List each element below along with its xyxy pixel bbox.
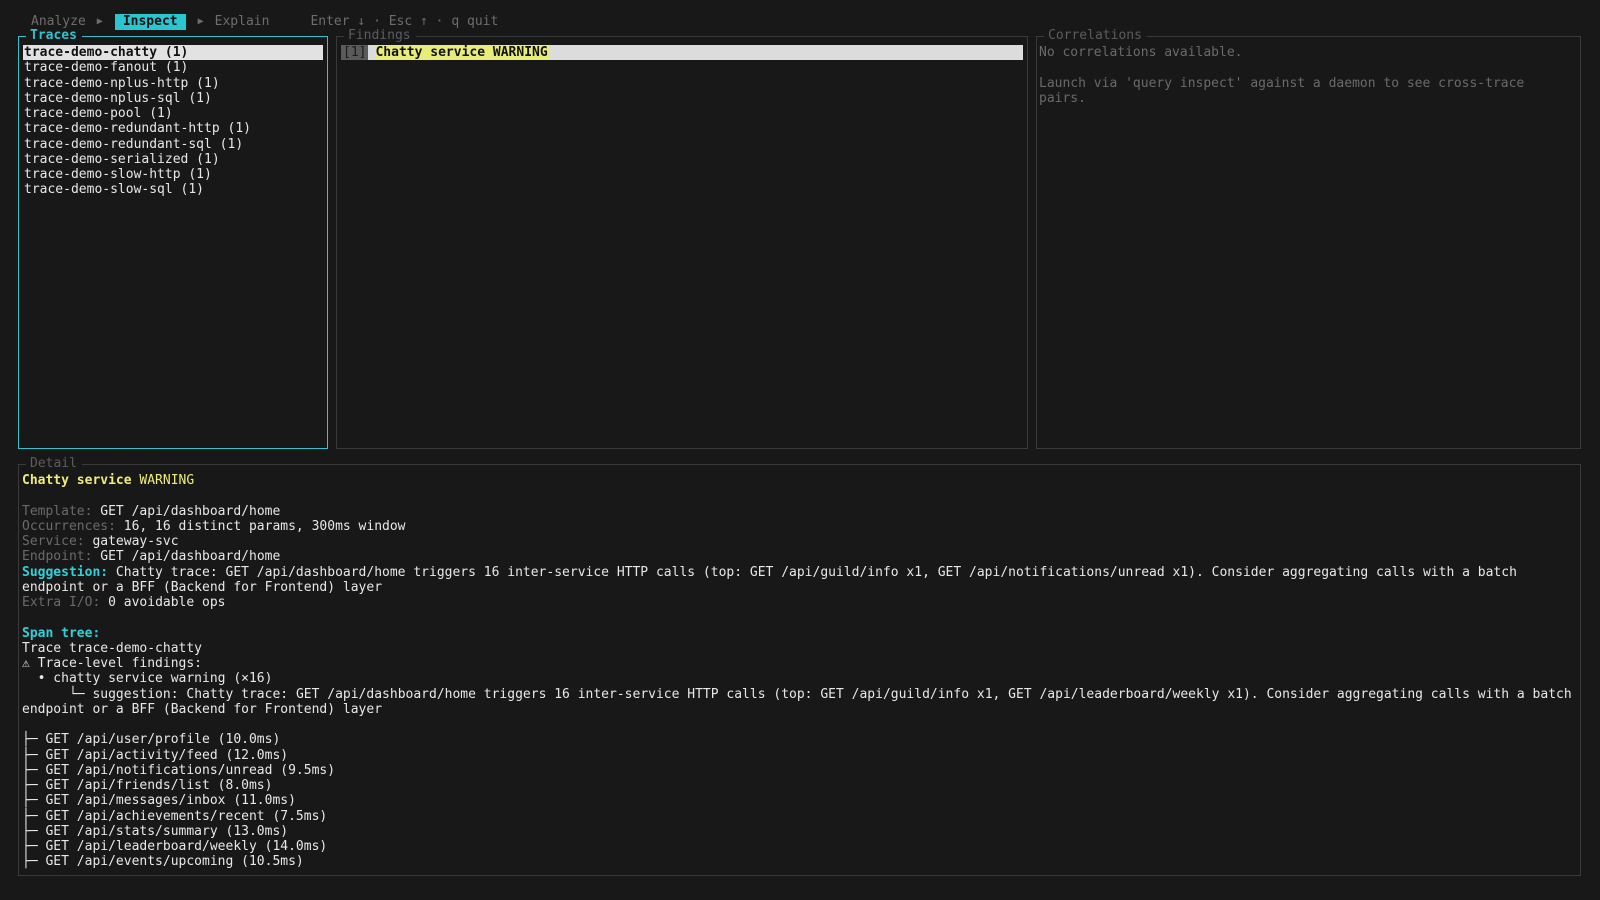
finding-label: Chatty service WARNING (375, 45, 549, 61)
trace-findings-heading: ⚠ Trace-level findings: (22, 656, 203, 671)
service-value: gateway-svc (92, 534, 179, 549)
traces-panel: Traces trace-demo-chatty (1) trace-demo-… (18, 28, 328, 449)
severity-badge: WARNING (139, 473, 195, 488)
suggestion-row: Suggestion: Chatty trace: GET /api/dashb… (22, 564, 1525, 595)
finding-list-item[interactable]: [1] Chatty service WARNING (341, 45, 1023, 61)
span-tree-node[interactable]: ├─ GET /api/events/upcoming (10.5ms) (22, 854, 1577, 869)
trace-list-item[interactable]: trace-demo-nplus-sql (1) (23, 91, 323, 106)
trace-finding-suggestion: └─ suggestion: Chatty trace: GET /api/da… (22, 686, 1580, 717)
findings-panel: Findings [1] Chatty service WARNING (336, 28, 1028, 449)
endpoint-value: GET /api/dashboard/home (100, 549, 281, 565)
span-tree-node[interactable]: ├─ GET /api/notifications/unread (9.5ms) (22, 763, 1577, 778)
correlations-hint: Launch via 'query inspect' against a dae… (1039, 75, 1533, 106)
correlations-panel-title: Correlations (1044, 28, 1147, 43)
extra-io-value: 0 avoidable ops (108, 595, 226, 610)
detail-panel: Detail Chatty service WARNING Template: … (18, 456, 1581, 876)
detail-panel-title: Detail (26, 456, 82, 471)
span-tree-node[interactable]: ├─ GET /api/achievements/recent (7.5ms) (22, 809, 1577, 824)
suggestion-value: Chatty trace: GET /api/dashboard/home tr… (22, 564, 1525, 595)
template-value: GET /api/dashboard/home (100, 503, 281, 519)
endpoint-row: Endpoint: GET /api/dashboard/home (22, 549, 281, 565)
span-tree-node[interactable]: ├─ GET /api/friends/list (8.0ms) (22, 778, 1577, 793)
span-tree: ├─ GET /api/user/profile (10.0ms) ├─ GET… (22, 732, 1577, 869)
breadcrumb-arrow-icon: ▶ (96, 16, 103, 28)
trace-list-item[interactable]: trace-demo-fanout (1) (23, 60, 323, 75)
span-tree-node[interactable]: ├─ GET /api/stats/summary (13.0ms) (22, 824, 1577, 839)
detail-heading: Chatty service WARNING (22, 473, 1577, 488)
detail-content: Chatty service WARNING Template: GET /ap… (22, 473, 1577, 870)
correlations-content: No correlations available. Launch via 'q… (1039, 45, 1550, 106)
trace-list-item[interactable]: trace-demo-redundant-sql (1) (23, 137, 323, 152)
trace-list-item[interactable]: trace-demo-slow-sql (1) (23, 182, 323, 197)
trace-list-item[interactable]: trace-demo-chatty (1) (23, 45, 323, 61)
finding-index: [1] (341, 45, 369, 61)
trace-list-item[interactable]: trace-demo-redundant-http (1) (23, 121, 323, 136)
traces-list: trace-demo-chatty (1) trace-demo-fanout … (23, 45, 323, 198)
trace-finding-bullet: • chatty service warning (×16) (22, 671, 273, 687)
detail-heading-name: Chatty service (22, 473, 132, 488)
tab-inspect[interactable]: Inspect (114, 14, 186, 30)
occurrences-row: Occurrences: 16, 16 distinct params, 300… (22, 518, 406, 534)
trace-list-item[interactable]: trace-demo-slow-http (1) (23, 167, 323, 182)
span-tree-node[interactable]: ├─ GET /api/user/profile (10.0ms) (22, 732, 1577, 747)
correlations-panel: Correlations No correlations available. … (1036, 28, 1581, 449)
findings-panel-title: Findings (344, 28, 416, 43)
correlations-empty-message: No correlations available. (1039, 45, 1243, 60)
extra-io-row: Extra I/O: 0 avoidable ops (22, 595, 226, 610)
service-row: Service: gateway-svc (22, 534, 179, 549)
span-tree-node[interactable]: ├─ GET /api/activity/feed (12.0ms) (22, 748, 1577, 763)
span-tree-label: Span tree: (22, 625, 101, 641)
template-row: Template: GET /api/dashboard/home (22, 503, 281, 519)
occurrences-value: 16, 16 distinct params, 300ms window (123, 518, 406, 534)
span-tree-node[interactable]: ├─ GET /api/leaderboard/weekly (14.0ms) (22, 839, 1577, 854)
trace-list-item[interactable]: trace-demo-nplus-http (1) (23, 76, 323, 91)
span-tree-node[interactable]: ├─ GET /api/messages/inbox (11.0ms) (22, 793, 1577, 808)
tab-explain[interactable]: Explain (214, 14, 271, 29)
mode-breadcrumb: Analyze ▶ Inspect ▶ Explain Enter ↓ · Es… (30, 14, 498, 30)
findings-list: [1] Chatty service WARNING (341, 45, 1023, 61)
trace-list-item[interactable]: trace-demo-pool (1) (23, 106, 323, 121)
breadcrumb-arrow-icon: ▶ (197, 16, 204, 28)
span-tree-trace: Trace trace-demo-chatty (22, 640, 203, 656)
trace-list-item[interactable]: trace-demo-serialized (1) (23, 152, 323, 167)
traces-panel-title: Traces (26, 28, 82, 43)
